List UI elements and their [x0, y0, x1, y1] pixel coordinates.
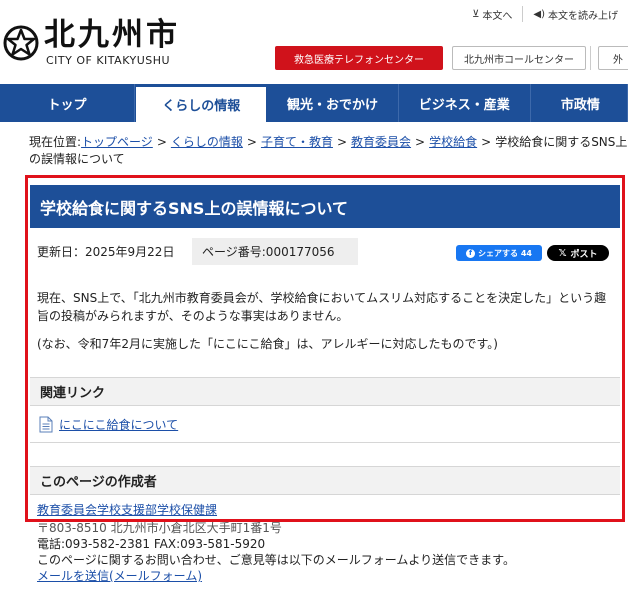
author-department-link[interactable]: 教育委員会学校支援部学校保健課 — [37, 502, 217, 518]
breadcrumb-separator: > — [336, 135, 348, 149]
x-post-button[interactable]: 𝕏 ポスト — [547, 245, 609, 261]
breadcrumb: 現在位置:トップページ > くらしの情報 > 子育て・教育 > 教育委員会 > 学校給食 > 学校給… — [29, 134, 628, 168]
nav-item-top[interactable]: トップ — [0, 84, 136, 122]
page-number: ページ番号:000177056 — [192, 238, 358, 265]
foreign-language-button[interactable]: 外 — [598, 46, 628, 70]
breadcrumb-separator: > — [246, 135, 257, 149]
author-phone-fax: 電話:093-582-2381 FAX:093-581-5920 — [37, 537, 266, 551]
global-nav: トップ くらしの情報 観光・おでかけ ビジネス・産業 市政情 — [0, 84, 628, 122]
emergency-telephone-button[interactable]: 救急医療テレフォンセンター — [275, 46, 443, 70]
author-contact: 〒803-8510 北九州市小倉北区大手町1番1号 電話:093-582-238… — [37, 520, 515, 584]
article-note: (なお、令和7年2月に実施した「にこにこ給食」は、アレルギーに対応したものです。… — [37, 337, 498, 351]
utility-links: ⊻ 本文へ ◀) 本文を読み上げ — [462, 3, 628, 25]
site-logo-subtitle: CITY OF KITAKYUSHU — [46, 54, 171, 67]
author-inquiry-text: このページに関するお問い合わせ、ご意見等は以下のメールフォームより送信できます。 — [37, 553, 515, 567]
site-header: 北九州市 CITY OF KITAKYUSHU ⊻ 本文へ ◀) 本文を読み上げ… — [0, 0, 628, 84]
breadcrumb-link-school-lunch[interactable]: 学校給食 — [429, 135, 477, 149]
page-title: 学校給食に関するSNS上の誤情報について — [30, 185, 620, 228]
page-author-heading: このページの作成者 — [30, 466, 620, 495]
breadcrumb-link-top[interactable]: トップページ — [81, 135, 153, 149]
related-link-item: にこにこ給食について — [39, 416, 178, 433]
breadcrumb-link-childcare-education[interactable]: 子育て・教育 — [261, 135, 333, 149]
read-aloud-link[interactable]: ◀) 本文を読み上げ — [522, 6, 628, 22]
article-body: 現在、SNS上で、「北九州市教育委員会が、学校給食においてムスリム対応することを… — [37, 291, 607, 323]
breadcrumb-separator: > — [415, 135, 426, 149]
speaker-icon: ◀) — [533, 8, 545, 20]
nav-item-city-government[interactable]: 市政情 — [531, 84, 628, 122]
city-emblem-icon[interactable] — [3, 25, 39, 61]
site-logo-title[interactable]: 北九州市 — [44, 17, 180, 53]
breadcrumb-separator: > — [481, 135, 492, 149]
breadcrumb-prefix: 現在位置: — [29, 135, 82, 149]
nav-item-business[interactable]: ビジネス・産業 — [399, 84, 531, 122]
author-address: 〒803-8510 北九州市小倉北区大手町1番1号 — [37, 521, 282, 535]
x-post-label: ポスト — [570, 249, 598, 260]
section-divider — [30, 442, 620, 443]
updated-date: 更新日：2025年9月22日 — [37, 245, 175, 259]
document-icon — [39, 416, 53, 433]
facebook-share-label: シェアする 44 — [478, 248, 532, 258]
text-icon: ⊻ — [472, 8, 480, 20]
skip-to-content-label: 本文へ — [482, 10, 513, 22]
breadcrumb-separator: > — [156, 135, 167, 149]
skip-to-content-link[interactable]: ⊻ 本文へ — [462, 6, 522, 22]
nav-item-living[interactable]: くらしの情報 — [135, 84, 268, 122]
breadcrumb-link-board-of-education[interactable]: 教育委員会 — [351, 135, 411, 149]
breadcrumb-link-living[interactable]: くらしの情報 — [171, 135, 243, 149]
facebook-icon: f — [466, 248, 476, 258]
header-divider — [590, 46, 591, 70]
related-links-heading: 関連リンク — [30, 377, 620, 406]
facebook-share-button[interactable]: f シェアする 44 — [456, 245, 542, 261]
call-center-button[interactable]: 北九州市コールセンター — [452, 46, 586, 70]
related-link-nikoniko-lunch[interactable]: にこにこ給食について — [59, 417, 178, 433]
mail-form-link[interactable]: メールを送信(メールフォーム) — [37, 569, 202, 583]
x-logo-icon: 𝕏 — [558, 247, 567, 259]
nav-item-tourism[interactable]: 観光・おでかけ — [267, 84, 399, 122]
read-aloud-label: 本文を読み上げ — [548, 10, 618, 22]
